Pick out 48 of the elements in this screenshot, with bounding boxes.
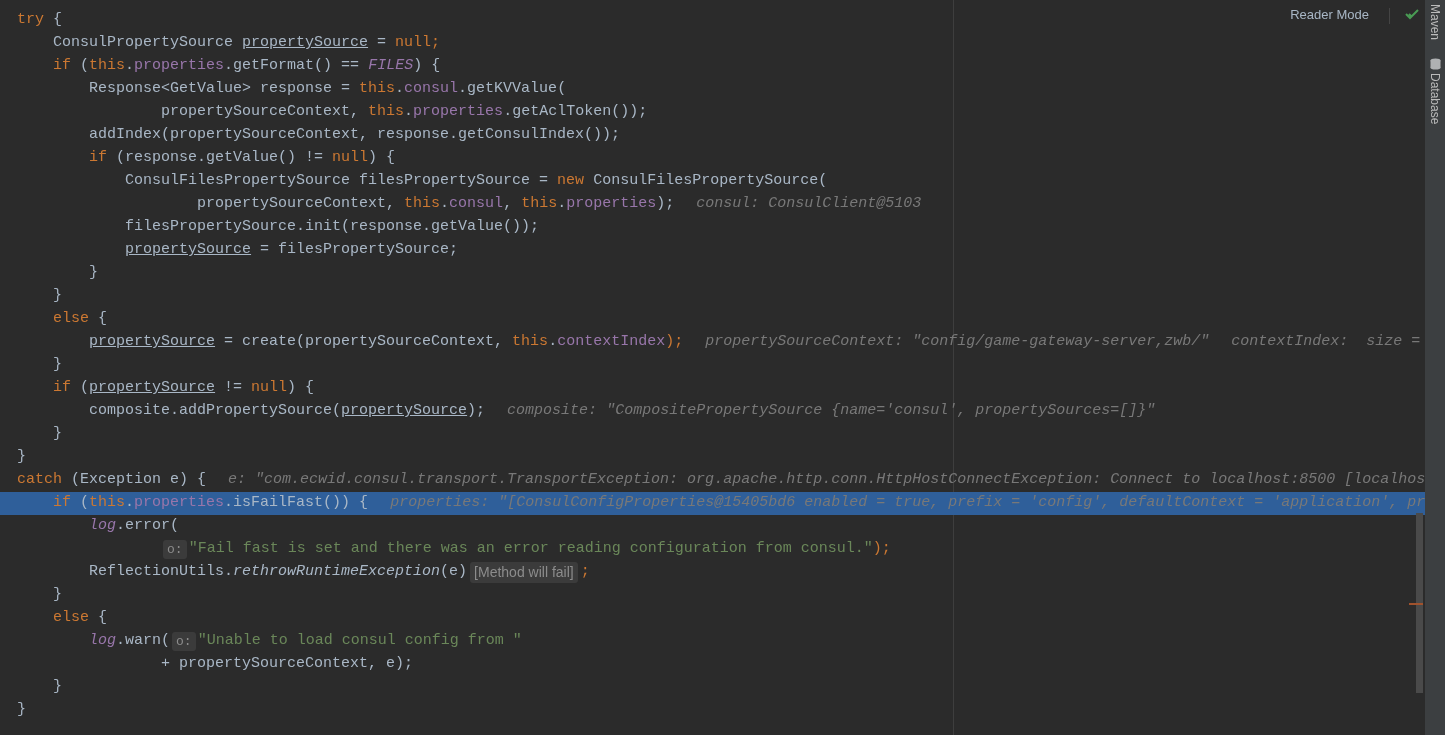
code-text: "Unable to load consul config from " [197,631,522,652]
code-text: ; [580,562,590,583]
inline-value-hint: consul: ConsulClient@5103 [696,194,922,215]
code-text: composite.addPropertySource(propertySource); [89,401,486,422]
code-text: propertySource = filesPropertySource; [125,240,459,261]
code-text: filesPropertySource.init(response.getValue()); [125,217,540,238]
code-text: try { [17,10,63,31]
code-text: if (propertySource != null) { [53,378,315,399]
code-text: + propertySourceContext, e); [161,654,414,675]
inline-value-hint: propertySourceContext: "config/game-gateway-server,zwb/" [705,332,1210,353]
code-text: propertySource = create(propertySourceContext, this.contextIndex); [89,332,684,353]
code-text: propertySourceContext, this.properties.getAclToken()); [161,102,648,123]
code-text: ConsulFilesPropertySource filesPropertySource = new ConsulFilesPropertySource( [125,171,828,192]
inline-value-hint: e: "com.ecwid.consul.transport.TransportException: org.apache.http.conn.HttpHostConnectException: Connect to localhost:8500 [localhos [228,470,1425,491]
code-text: if (this.properties.isFailFast()) { [53,493,369,514]
code-text: log.error( [89,516,180,537]
code-text: catch (Exception e) { [17,470,207,491]
inline-value-hint: properties: "[ConsulConfigProperties@15405bd6 enabled = true, prefix = 'config', defaultContext = 'application', pr [390,493,1425,514]
inline-value-hint: composite: "CompositePropertySource {name='consul', propertySources=[]}" [507,401,1156,422]
code-text: if (response.getValue() != null) { [89,148,396,169]
code-text: } [17,700,26,721]
code-text: } [89,263,99,284]
code-text: } [53,355,63,376]
inline-hint: [Method will fail] [470,562,578,583]
code-text: } [53,286,63,307]
parameter-hint: o: [172,631,196,652]
code-text: } [53,424,63,445]
tool-window-tab[interactable]: Maven [1425,4,1445,41]
error-marker [1409,603,1423,605]
code-text: ConsulPropertySource propertySource = null; [53,33,441,54]
code-text: if (this.properties.getFormat() == FILES) { [53,56,441,77]
code-text: else { [53,309,108,330]
code-text: } [17,447,26,468]
parameter-hint: o: [163,539,187,560]
code-text: } [53,585,63,606]
code-text: else { [53,608,108,629]
code-text: } [53,677,63,698]
inline-value-hint: contextIndex: size = [1231,332,1421,353]
scrollbar[interactable] [1416,513,1423,693]
code-text: addIndex(propertySourceContext, response.getConsulIndex()); [89,125,621,146]
code-text: log.warn( [89,631,171,652]
tool-window-tab[interactable]: Database [1425,73,1445,125]
database-icon [1429,58,1441,71]
check-icon[interactable] [1405,8,1420,20]
code-text: "Fail fast is set and there was an error reading configuration from consul."); [188,539,891,560]
code-text: ReflectionUtils.rethrowRuntimeException(e) [89,562,468,583]
code-text: Response<GetValue> response = this.consul.getKVValue( [89,79,567,100]
code-text: propertySourceContext, this.consul, this.properties); [197,194,675,215]
